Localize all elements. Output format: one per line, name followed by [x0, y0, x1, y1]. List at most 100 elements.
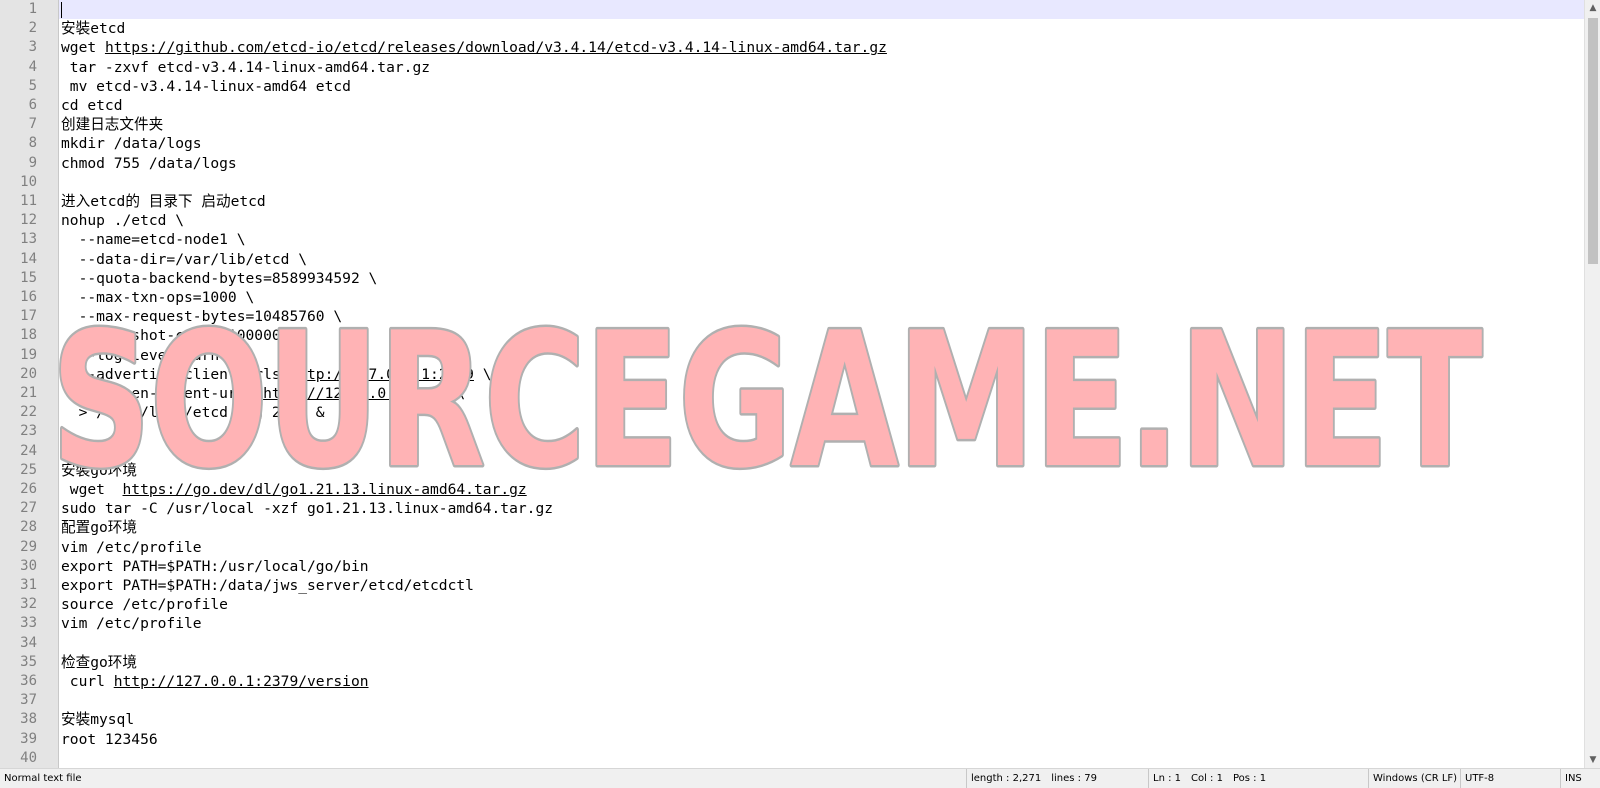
editor-line[interactable]: 6 cd etcd: [0, 96, 1600, 115]
line-text[interactable]: nohup ./etcd \: [61, 211, 184, 230]
line-text[interactable]: --listen-client-urls=http://127.0.0.1:23…: [61, 384, 466, 403]
scroll-down-icon[interactable]: ▼: [1585, 752, 1600, 768]
vertical-scrollbar[interactable]: ▲ ▼: [1584, 0, 1600, 768]
editor-line[interactable]: 37: [0, 691, 1600, 710]
editor-line[interactable]: 33 vim /etc/profile: [0, 614, 1600, 633]
editor-line[interactable]: 23: [0, 422, 1600, 441]
editor-line[interactable]: 19 --log-level=warn \: [0, 346, 1600, 365]
line-text[interactable]: --quota-backend-bytes=8589934592 \: [61, 269, 378, 288]
line-text[interactable]: source /etc/profile: [61, 595, 228, 614]
editor-line[interactable]: 17 --max-request-bytes=10485760 \: [0, 307, 1600, 326]
editor-line[interactable]: 28 配置go环境: [0, 518, 1600, 537]
line-number: 11: [20, 193, 37, 209]
line-text[interactable]: vim /etc/profile: [61, 538, 202, 557]
line-text[interactable]: root 123456: [61, 730, 158, 749]
editor-line[interactable]: 30 export PATH=$PATH:/usr/local/go/bin: [0, 557, 1600, 576]
status-ln: Ln : 1: [1153, 773, 1181, 784]
editor-line[interactable]: 15 --quota-backend-bytes=8589934592 \: [0, 269, 1600, 288]
editor-line[interactable]: 25 安裝go环境: [0, 461, 1600, 480]
scroll-up-icon[interactable]: ▲: [1585, 0, 1600, 16]
status-encoding[interactable]: UTF-8: [1460, 769, 1560, 788]
editor-line[interactable]: 16 --max-txn-ops=1000 \: [0, 288, 1600, 307]
scrollbar-thumb[interactable]: [1588, 18, 1598, 264]
line-text[interactable]: --advertise-client-urls=http://127.0.0.1…: [61, 365, 492, 384]
editor-line[interactable]: 18 --snapshot-count=100000 \: [0, 326, 1600, 345]
line-text[interactable]: chmod 755 /data/logs: [61, 154, 237, 173]
line-text[interactable]: mkdir /data/logs: [61, 134, 202, 153]
status-col: Col : 1: [1191, 773, 1223, 784]
line-text[interactable]: cd etcd: [61, 96, 123, 115]
line-number: 31: [20, 577, 37, 593]
editor-line[interactable]: 22 > /data/logs/etcd.log 2>&1 &: [0, 403, 1600, 422]
url-link[interactable]: http://127.0.0.1:2379: [263, 385, 448, 402]
url-link[interactable]: http://127.0.0.1:2379/version: [114, 673, 369, 690]
status-eol[interactable]: Windows (CR LF): [1368, 769, 1460, 788]
editor-line[interactable]: 2 安裝etcd: [0, 19, 1600, 38]
editor-line[interactable]: 21 --listen-client-urls=http://127.0.0.1…: [0, 384, 1600, 403]
line-number: 6: [28, 97, 37, 113]
editor-line[interactable]: 12 nohup ./etcd \: [0, 211, 1600, 230]
text-editor[interactable]: 1 2 安裝etcd 3 wget https://github.com/etcd-io…: [0, 0, 1600, 768]
line-text[interactable]: --max-txn-ops=1000 \: [61, 288, 255, 307]
status-insert-mode[interactable]: INS: [1560, 769, 1600, 788]
line-text[interactable]: 配置go环境: [61, 518, 137, 537]
line-text[interactable]: wget https://github.com/etcd-io/etcd/rel…: [61, 38, 887, 57]
editor-line[interactable]: 29 vim /etc/profile: [0, 538, 1600, 557]
line-text[interactable]: > /data/logs/etcd.log 2>&1 &: [61, 403, 325, 422]
line-number: 18: [20, 327, 37, 344]
line-text[interactable]: --name=etcd-node1 \: [61, 230, 246, 249]
line-number: 21: [20, 385, 37, 401]
line-number: 1: [28, 1, 37, 17]
line-text[interactable]: --data-dir=/var/lib/etcd \: [61, 250, 307, 269]
editor-line[interactable]: 5 mv etcd-v3.4.14-linux-amd64 etcd: [0, 77, 1600, 96]
status-length: length : 2,271: [971, 773, 1042, 784]
line-text[interactable]: 安裝etcd: [61, 19, 125, 38]
url-link[interactable]: http://127.0.0.1:2379: [289, 366, 474, 383]
line-text[interactable]: 安裝mysql: [61, 710, 134, 729]
editor-line[interactable]: 40: [0, 749, 1600, 768]
editor-line[interactable]: 11 进入etcd的 目录下 启动etcd: [0, 192, 1600, 211]
editor-line[interactable]: 38 安裝mysql: [0, 710, 1600, 729]
editor-line[interactable]: 35 检查go环境: [0, 653, 1600, 672]
editor-line[interactable]: 24: [0, 442, 1600, 461]
editor-line[interactable]: 36 curl http://127.0.0.1:2379/version: [0, 672, 1600, 691]
line-text[interactable]: export PATH=$PATH:/usr/local/go/bin: [61, 557, 369, 576]
editor-line[interactable]: 26 wget https://go.dev/dl/go1.21.13.linu…: [0, 480, 1600, 499]
line-text[interactable]: mv etcd-v3.4.14-linux-amd64 etcd: [61, 77, 351, 96]
editor-line[interactable]: 20 --advertise-client-urls=http://127.0.…: [0, 365, 1600, 384]
editor-line[interactable]: 27 sudo tar -C /usr/local -xzf go1.21.13.…: [0, 499, 1600, 518]
editor-line[interactable]: 32 source /etc/profile: [0, 595, 1600, 614]
editor-line[interactable]: 1: [0, 0, 1600, 19]
line-text[interactable]: --log-level=warn \: [61, 346, 237, 365]
editor-line[interactable]: 31 export PATH=$PATH:/data/jws_server/etc…: [0, 576, 1600, 595]
url-link[interactable]: https://go.dev/dl/go1.21.13.linux-amd64.…: [123, 481, 527, 498]
editor-line[interactable]: 3 wget https://github.com/etcd-io/etcd/re…: [0, 38, 1600, 57]
line-text[interactable]: --max-request-bytes=10485760 \: [61, 307, 343, 326]
line-number: 28: [20, 519, 37, 536]
editor-line[interactable]: 4 tar -zxvf etcd-v3.4.14-linux-amd64.tar…: [0, 58, 1600, 77]
editor-line[interactable]: 9 chmod 755 /data/logs: [0, 154, 1600, 173]
editor-line[interactable]: 7 创建日志文件夹: [0, 115, 1600, 134]
line-text[interactable]: 进入etcd的 目录下 启动etcd: [61, 192, 266, 211]
url-link[interactable]: https://github.com/etcd-io/etcd/releases…: [105, 39, 887, 56]
line-text[interactable]: vim /etc/profile: [61, 614, 202, 633]
line-text[interactable]: tar -zxvf etcd-v3.4.14-linux-amd64.tar.g…: [61, 58, 430, 77]
editor-line[interactable]: 14 --data-dir=/var/lib/etcd \: [0, 250, 1600, 269]
line-text[interactable]: wget https://go.dev/dl/go1.21.13.linux-a…: [61, 480, 527, 499]
line-text[interactable]: sudo tar -C /usr/local -xzf go1.21.13.li…: [61, 499, 553, 518]
editor-line[interactable]: 8 mkdir /data/logs: [0, 134, 1600, 153]
line-number: 2: [28, 20, 37, 37]
line-text[interactable]: 安裝go环境: [61, 461, 137, 480]
line-text[interactable]: 创建日志文件夹: [61, 115, 163, 134]
line-text[interactable]: curl http://127.0.0.1:2379/version: [61, 672, 369, 691]
editor-line[interactable]: 34: [0, 634, 1600, 653]
editor-line[interactable]: 10: [0, 173, 1600, 192]
editor-line[interactable]: 13 --name=etcd-node1 \: [0, 230, 1600, 249]
line-text[interactable]: --snapshot-count=100000 \: [61, 326, 299, 345]
editor-line[interactable]: 39 root 123456: [0, 730, 1600, 749]
line-number: 23: [20, 423, 37, 440]
line-text[interactable]: 检查go环境: [61, 653, 137, 672]
line-text[interactable]: export PATH=$PATH:/data/jws_server/etcd/…: [61, 576, 474, 595]
line-number: 27: [20, 500, 37, 517]
line-number: 40: [20, 749, 37, 766]
